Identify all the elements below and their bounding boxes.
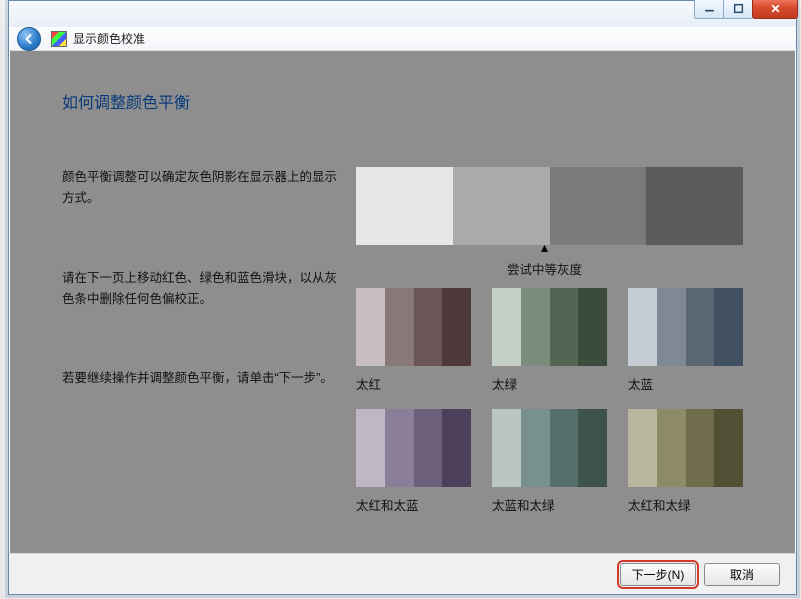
gray-gradient-swatch <box>356 167 743 245</box>
gray-step <box>646 167 743 245</box>
minimize-button[interactable] <box>694 0 724 19</box>
color-cast-swatch <box>492 409 607 487</box>
color-cast-label: 太蓝 <box>628 372 743 403</box>
color-cast-label: 太绿 <box>492 372 607 403</box>
maximize-button[interactable] <box>723 0 753 19</box>
wizard-window: 显示颜色校准 如何调整颜色平衡 颜色平衡调整可以确定灰色阴影在显示器上的显示方式… <box>8 0 797 595</box>
cancel-button[interactable]: 取消 <box>704 563 780 586</box>
caret-up-icon: ▴ <box>346 243 743 251</box>
back-button[interactable] <box>17 27 41 51</box>
gray-step <box>453 167 550 245</box>
color-calibration-icon <box>51 31 67 47</box>
gray-step <box>356 167 453 245</box>
titlebar <box>9 1 796 27</box>
next-button[interactable]: 下一步(N) <box>620 563 696 586</box>
color-cast-swatch <box>628 409 743 487</box>
color-cast-label: 太红 <box>356 372 471 403</box>
description-text-3: 若要继续操作并调整颜色平衡，请单击“下一步”。 <box>62 368 346 389</box>
color-cast-label: 太蓝和太绿 <box>492 493 607 524</box>
wizard-body: 如何调整颜色平衡 颜色平衡调整可以确定灰色阴影在显示器上的显示方式。 请在下一页… <box>10 51 795 553</box>
close-button[interactable] <box>752 0 798 19</box>
color-cast-swatch <box>356 288 471 366</box>
color-cast-swatch <box>492 288 607 366</box>
app-title: 显示颜色校准 <box>73 30 145 47</box>
color-cast-swatch <box>628 288 743 366</box>
color-cast-label: 太红和太绿 <box>628 493 743 524</box>
wizard-footer: 下一步(N) 取消 <box>9 553 796 594</box>
description-text-1: 颜色平衡调整可以确定灰色阴影在显示器上的显示方式。 <box>62 167 346 210</box>
gray-gradient-label: 尝试中等灰度 <box>346 259 743 278</box>
color-cast-label: 太红和太蓝 <box>356 493 471 524</box>
description-text-2: 请在下一页上移动红色、绿色和蓝色滑块，以从灰色条中删除任何色偏校正。 <box>62 268 346 311</box>
nav-row: 显示颜色校准 <box>9 27 796 51</box>
color-cast-swatch <box>356 409 471 487</box>
wizard-title: 如何调整颜色平衡 <box>62 89 743 113</box>
gray-step <box>550 167 647 245</box>
